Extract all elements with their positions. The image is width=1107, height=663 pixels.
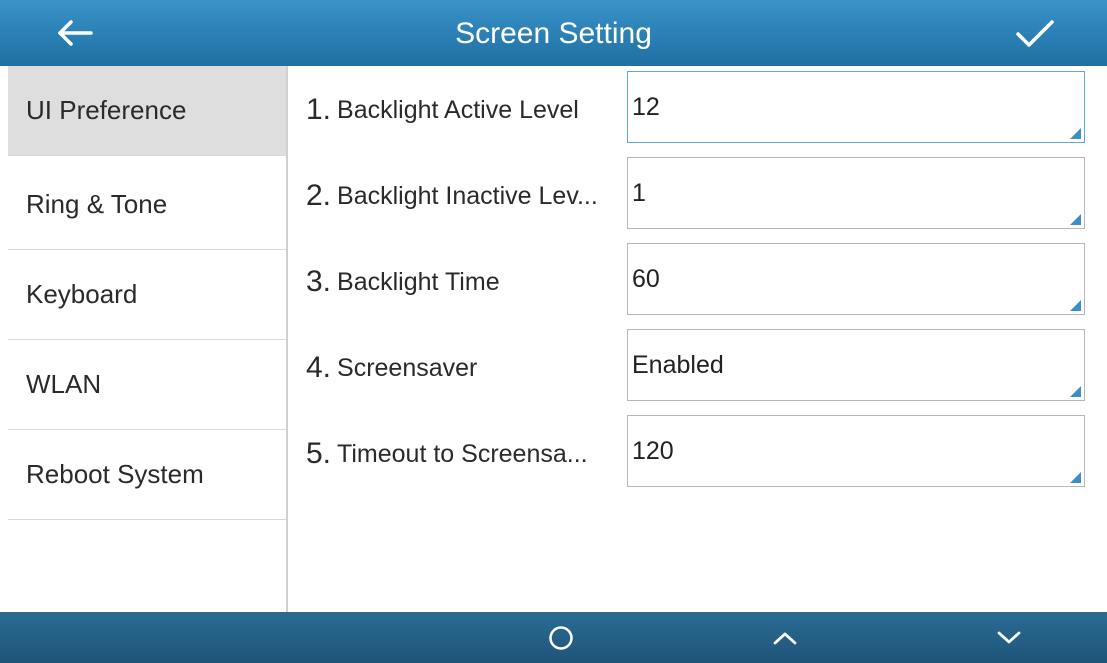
sidebar-item-ui-preference[interactable]: UI Preference [8, 66, 286, 156]
softkey-ok[interactable] [516, 612, 606, 663]
settings-panel: 1. Backlight Active Level 12 2. Backligh… [288, 66, 1107, 612]
sidebar-item-label: Ring & Tone [26, 189, 168, 219]
backlight-active-level-field[interactable]: 12 [627, 71, 1085, 143]
page-title: Screen Setting [455, 17, 652, 50]
sidebar-item-label: WLAN [26, 369, 102, 399]
setting-row-backlight-active-level: 1. Backlight Active Level 12 [288, 66, 1107, 154]
setting-row-timeout-to-screensaver: 5. Timeout to Screensa... 120 [288, 410, 1107, 498]
field-value: 12 [632, 92, 660, 121]
setting-number: 5. [306, 437, 332, 470]
setting-number: 1. [306, 93, 332, 126]
field-value: Enabled [632, 350, 724, 379]
sidebar-item-reboot-system[interactable]: Reboot System [8, 430, 286, 520]
setting-label-text: Backlight Active Level [337, 95, 579, 124]
back-button[interactable] [44, 12, 106, 54]
sidebar-item-wlan[interactable]: WLAN [8, 340, 286, 430]
setting-row-backlight-inactive-level: 2. Backlight Inactive Lev... 1 [288, 152, 1107, 240]
dropdown-corner-icon [1070, 386, 1081, 397]
setting-label: 4. Screensaver [306, 324, 628, 412]
setting-label: 2. Backlight Inactive Lev... [306, 152, 628, 240]
dropdown-corner-icon [1070, 214, 1081, 225]
circle-icon [549, 625, 573, 650]
screensaver-field[interactable]: Enabled [627, 329, 1085, 401]
title-bar: Screen Setting [0, 0, 1107, 66]
setting-label-text: Screensaver [337, 353, 478, 382]
softkey-bar [0, 612, 1107, 663]
setting-label: 5. Timeout to Screensa... [306, 410, 628, 498]
screen: Screen Setting UI Preference Ring & Tone… [0, 0, 1107, 663]
timeout-to-screensaver-field[interactable]: 120 [627, 415, 1085, 487]
setting-label: 1. Backlight Active Level [306, 66, 628, 154]
checkmark-icon [1016, 20, 1054, 47]
softkey-up[interactable] [740, 612, 830, 663]
sidebar-item-label: Keyboard [26, 279, 138, 309]
setting-label-text: Timeout to Screensa... [337, 439, 588, 468]
dropdown-corner-icon [1070, 128, 1081, 139]
sidebar-item-keyboard[interactable]: Keyboard [8, 250, 286, 340]
chevron-down-icon [997, 631, 1021, 643]
setting-label-text: Backlight Time [337, 267, 500, 296]
sidebar-item-label: Reboot System [26, 459, 204, 489]
setting-number: 4. [306, 351, 332, 384]
field-value: 1 [632, 178, 646, 207]
setting-label: 3. Backlight Time [306, 238, 628, 326]
backlight-inactive-level-field[interactable]: 1 [627, 157, 1085, 229]
confirm-button[interactable] [1003, 12, 1067, 56]
sidebar-item-ring-and-tone[interactable]: Ring & Tone [8, 160, 286, 250]
setting-number: 2. [306, 179, 332, 212]
sidebar: UI Preference Ring & Tone Keyboard WLAN … [0, 66, 286, 612]
arrow-left-icon [58, 20, 93, 46]
softkey-down[interactable] [964, 612, 1054, 663]
setting-row-backlight-time: 3. Backlight Time 60 [288, 238, 1107, 326]
backlight-time-field[interactable]: 60 [627, 243, 1085, 315]
sidebar-item-label: UI Preference [26, 95, 187, 125]
dropdown-corner-icon [1070, 472, 1081, 483]
setting-number: 3. [306, 265, 332, 298]
chevron-up-icon [773, 632, 797, 644]
field-value: 120 [632, 436, 674, 465]
setting-label-text: Backlight Inactive Lev... [337, 181, 598, 210]
dropdown-corner-icon [1070, 300, 1081, 311]
setting-row-screensaver: 4. Screensaver Enabled [288, 324, 1107, 412]
field-value: 60 [632, 264, 660, 293]
